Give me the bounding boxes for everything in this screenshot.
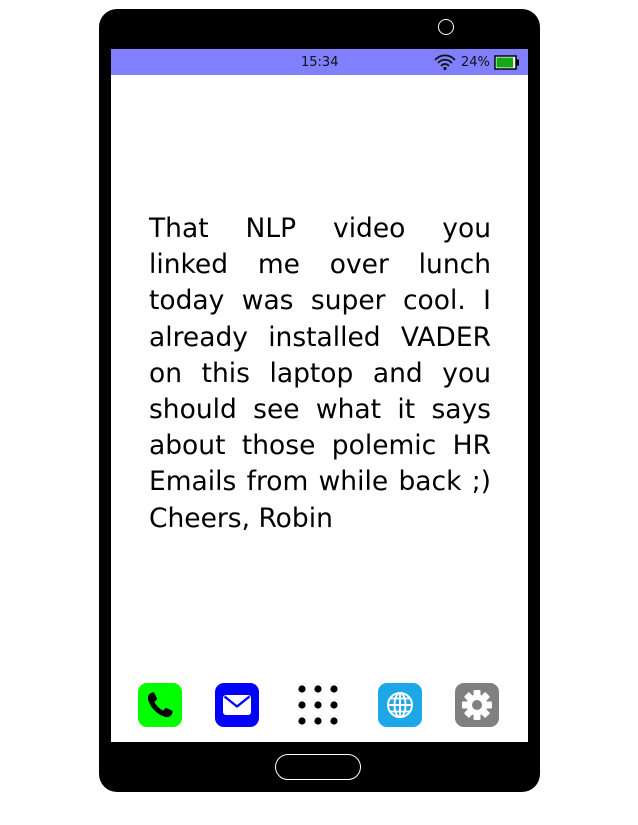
phone-icon[interactable] xyxy=(138,683,182,727)
battery-percent: 24% xyxy=(461,55,490,70)
battery-fill xyxy=(496,57,514,68)
browser-icon[interactable] xyxy=(378,683,422,727)
wifi-icon xyxy=(434,54,456,71)
battery-icon xyxy=(494,55,519,70)
status-bar: 15:34 24% xyxy=(111,49,528,75)
message-text: That NLP video you linked me over lunch … xyxy=(149,213,491,534)
home-button[interactable] xyxy=(275,754,361,780)
phone-frame: 15:34 24% That NLP video you linked me o… xyxy=(99,9,540,792)
status-time: 15:34 xyxy=(301,55,339,70)
mail-icon[interactable] xyxy=(215,683,259,727)
phone-screen: 15:34 24% That NLP video you linked me o… xyxy=(111,49,528,742)
app-grid-icon[interactable] xyxy=(296,683,340,727)
front-camera xyxy=(438,19,454,35)
settings-icon[interactable] xyxy=(455,683,499,727)
